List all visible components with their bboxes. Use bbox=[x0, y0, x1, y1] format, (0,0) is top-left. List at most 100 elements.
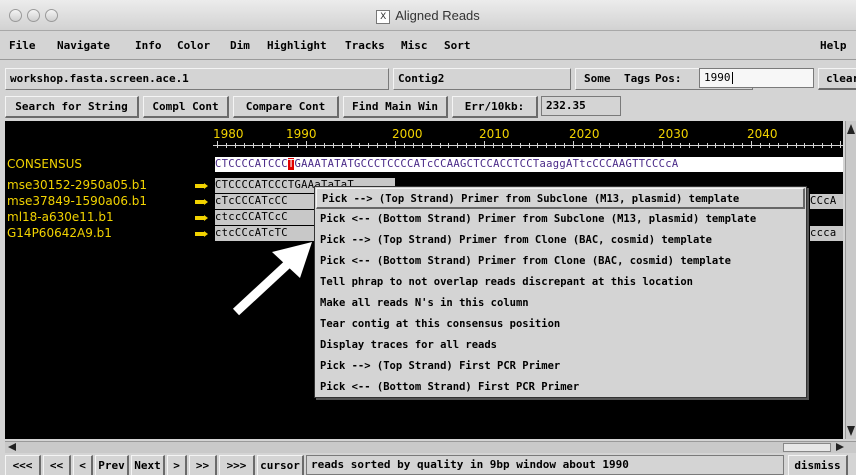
ruler-tick bbox=[608, 143, 610, 148]
read-sequence-tail: CCcA bbox=[810, 194, 843, 209]
ruler-tick bbox=[804, 143, 806, 148]
menu-item-no-overlap[interactable]: Tell phrap to not overlap reads discrepa… bbox=[315, 272, 806, 293]
menu-dim[interactable]: Dim bbox=[230, 39, 250, 52]
step-left-button[interactable]: < bbox=[73, 455, 93, 475]
consensus-sequence[interactable]: CTCCCCATCCCTGAAATATATGCCCTCCCCATcCCAAGCT… bbox=[215, 157, 843, 172]
step-right-button[interactable]: > bbox=[167, 455, 187, 475]
dismiss-button[interactable]: dismiss bbox=[788, 455, 848, 475]
menu-highlight[interactable]: Highlight bbox=[267, 39, 327, 52]
ruler-tick bbox=[395, 141, 396, 148]
menu-info[interactable]: Info bbox=[135, 39, 162, 52]
scroll-up-arrow-icon[interactable] bbox=[846, 123, 856, 135]
clear-button[interactable]: clear bbox=[818, 68, 856, 90]
find-main-win-button[interactable]: Find Main Win bbox=[343, 96, 448, 118]
menu-item-display-traces[interactable]: Display traces for all reads bbox=[315, 335, 806, 356]
compl-cont-button[interactable]: Compl Cont bbox=[143, 96, 229, 118]
horizontal-scrollbar[interactable] bbox=[5, 441, 856, 453]
menu-sort[interactable]: Sort bbox=[444, 39, 471, 52]
ruler-tick bbox=[617, 143, 619, 148]
menu-item-pick-top-pcr[interactable]: Pick --> (Top Strand) First PCR Primer bbox=[315, 356, 806, 377]
ruler-tick bbox=[751, 141, 752, 148]
menu-misc[interactable]: Misc bbox=[401, 39, 428, 52]
prev-button[interactable]: Prev bbox=[95, 455, 129, 475]
menu-file[interactable]: File bbox=[9, 39, 36, 52]
ruler-tick bbox=[225, 143, 227, 148]
vertical-scrollbar[interactable] bbox=[845, 121, 856, 439]
ruler-tick bbox=[546, 143, 548, 148]
ruler-tick bbox=[217, 141, 218, 148]
jump-far-left-button[interactable]: <<< bbox=[5, 455, 41, 475]
err-per-10kb-button[interactable]: Err/10kb: bbox=[452, 96, 538, 118]
ruler-tick bbox=[288, 143, 290, 148]
ruler-tick bbox=[599, 143, 601, 148]
scroll-thumb[interactable] bbox=[783, 443, 831, 452]
ruler-tick bbox=[234, 143, 236, 148]
tags-label: Tags bbox=[624, 72, 651, 85]
scroll-left-arrow-icon[interactable] bbox=[7, 442, 17, 452]
ruler-tick bbox=[323, 143, 325, 148]
ruler-tick bbox=[537, 143, 539, 148]
menu-help[interactable]: Help bbox=[820, 39, 847, 52]
menu-item-tear-contig[interactable]: Tear contig at this consensus position bbox=[315, 314, 806, 335]
ruler-tick bbox=[252, 143, 254, 148]
status-message: reads sorted by quality in 9bp window ab… bbox=[306, 455, 784, 475]
read-direction-arrow-icon bbox=[195, 199, 208, 206]
read-sequence: cTcCCCATcCC bbox=[215, 194, 315, 209]
ruler-tick bbox=[403, 143, 405, 148]
ruler-tick bbox=[412, 143, 414, 148]
jump-right-button[interactable]: >> bbox=[189, 455, 217, 475]
ruler-label: 2000 bbox=[392, 127, 423, 141]
ruler-tick bbox=[261, 143, 263, 148]
cursor-button[interactable]: cursor bbox=[257, 455, 304, 475]
ruler-tick bbox=[742, 143, 744, 148]
menu-item-pick-bottom-subclone[interactable]: Pick <-- (Bottom Strand) Primer from Sub… bbox=[315, 209, 806, 230]
search-for-string-button[interactable]: Search for String bbox=[5, 96, 139, 118]
read-name[interactable]: G14P60642A9.b1 bbox=[7, 226, 112, 240]
err-value-field: 232.35 bbox=[541, 96, 621, 116]
ruler-tick bbox=[733, 143, 735, 148]
read-name[interactable]: mse37849-1590a06.b1 bbox=[7, 194, 147, 208]
ruler-tick bbox=[332, 143, 334, 148]
ruler-tick bbox=[555, 143, 557, 148]
menu-item-pick-top-clone[interactable]: Pick --> (Top Strand) Primer from Clone … bbox=[315, 230, 806, 251]
ruler-tick bbox=[724, 143, 726, 148]
menu-item-make-ns[interactable]: Make all reads N's in this column bbox=[315, 293, 806, 314]
menu-color[interactable]: Color bbox=[177, 39, 210, 52]
menu-navigate[interactable]: Navigate bbox=[57, 39, 110, 52]
ruler-tick bbox=[528, 143, 530, 148]
ruler-tick bbox=[377, 143, 379, 148]
compare-cont-button[interactable]: Compare Cont bbox=[233, 96, 339, 118]
position-input[interactable]: 1990 bbox=[699, 68, 814, 88]
ruler-tick bbox=[662, 141, 663, 148]
scroll-right-arrow-icon[interactable] bbox=[835, 442, 845, 452]
menu-item-pick-bottom-clone[interactable]: Pick <-- (Bottom Strand) Primer from Clo… bbox=[315, 251, 806, 272]
ruler-tick bbox=[635, 143, 637, 148]
ruler-tick bbox=[644, 143, 646, 148]
read-name[interactable]: mse30152-2950a05.b1 bbox=[7, 178, 147, 192]
read-direction-arrow-icon bbox=[195, 231, 208, 238]
ruler-tick bbox=[564, 143, 566, 148]
scroll-down-arrow-icon[interactable] bbox=[846, 425, 856, 437]
jump-far-right-button[interactable]: >>> bbox=[219, 455, 255, 475]
ruler-tick bbox=[670, 143, 672, 148]
ruler-tick bbox=[840, 141, 841, 148]
ruler-tick bbox=[626, 143, 628, 148]
ruler-label: 2030 bbox=[658, 127, 689, 141]
ruler-tick bbox=[314, 143, 316, 148]
read-sequence: ctccCCATCcC bbox=[215, 210, 315, 225]
ruler-tick bbox=[466, 143, 468, 148]
ruler-tick bbox=[831, 143, 833, 148]
jump-left-button[interactable]: << bbox=[43, 455, 71, 475]
next-button[interactable]: Next bbox=[131, 455, 165, 475]
ruler-tick bbox=[768, 143, 770, 148]
menu-item-pick-top-subclone[interactable]: Pick --> (Top Strand) Primer from Subclo… bbox=[316, 188, 805, 209]
ruler-tick bbox=[492, 143, 494, 148]
ruler-label: 1990 bbox=[286, 127, 317, 141]
menu-item-pick-bottom-pcr[interactable]: Pick <-- (Bottom Strand) First PCR Prime… bbox=[315, 377, 806, 398]
ruler-tick bbox=[439, 143, 441, 148]
ruler-label: 2010 bbox=[479, 127, 510, 141]
ruler-tick bbox=[386, 143, 388, 148]
menu-tracks[interactable]: Tracks bbox=[345, 39, 385, 52]
x11-icon: X bbox=[376, 9, 391, 24]
read-name[interactable]: ml18-a630e11.b1 bbox=[7, 210, 114, 224]
